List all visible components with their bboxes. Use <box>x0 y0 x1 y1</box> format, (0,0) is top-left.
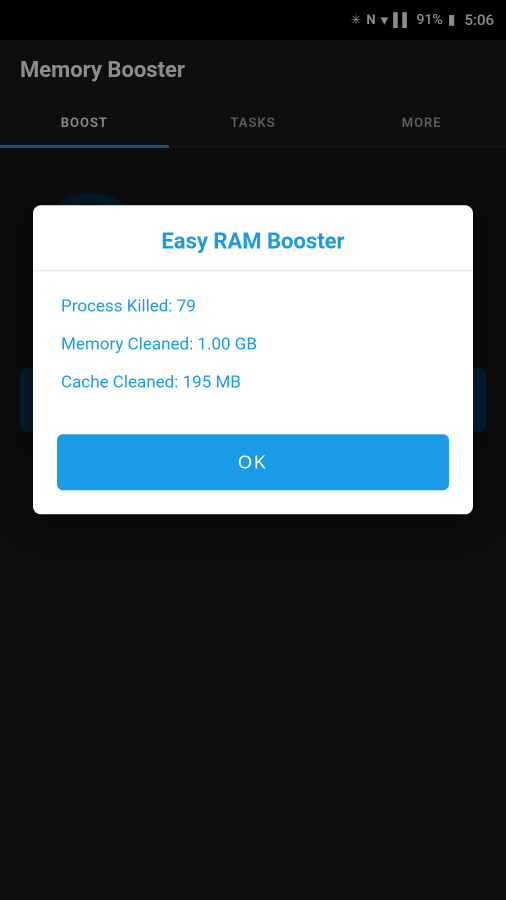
dialog-body: Process Killed: 79 Memory Cleaned: 1.00 … <box>33 271 473 418</box>
memory-cleaned-row: Memory Cleaned: 1.00 GB <box>61 333 445 357</box>
cache-cleaned-row: Cache Cleaned: 195 MB <box>61 371 445 395</box>
process-killed-row: Process Killed: 79 <box>61 295 445 319</box>
ok-button[interactable]: OK <box>57 435 449 491</box>
easy-ram-booster-dialog: Easy RAM Booster Process Killed: 79 Memo… <box>33 205 473 514</box>
dialog-actions: OK <box>33 419 473 515</box>
dialog-title: Easy RAM Booster <box>33 205 473 271</box>
